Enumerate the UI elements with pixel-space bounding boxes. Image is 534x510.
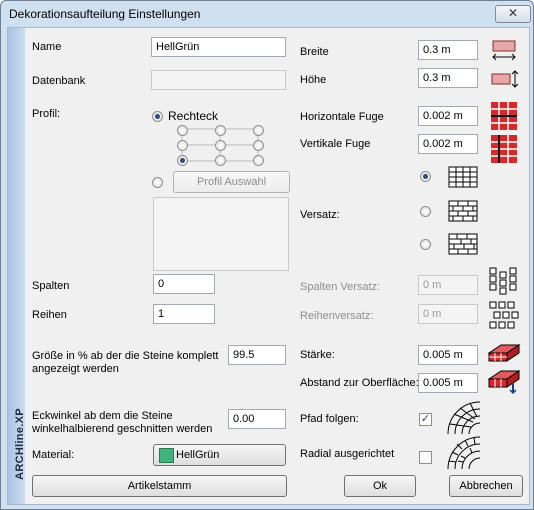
pfad-folgen-label: Pfad folgen: bbox=[300, 413, 359, 425]
anchor-bottom-left-radio[interactable] bbox=[177, 155, 188, 166]
spalten-versatz-label: Spalten Versatz: bbox=[300, 281, 381, 293]
groesse-label-line1: Größe in % ab der die Steine komplett bbox=[32, 350, 219, 362]
anchor-top-center-radio[interactable] bbox=[215, 125, 226, 136]
horizontale-fuge-label: Horizontale Fuge bbox=[300, 111, 384, 123]
spalten-label: Spalten bbox=[32, 280, 70, 292]
row-offset-icon bbox=[488, 300, 520, 335]
hoehe-label: Höhe bbox=[300, 74, 327, 86]
name-input[interactable]: HellGrün bbox=[151, 37, 286, 57]
staerke-input[interactable]: 0.005 m bbox=[418, 345, 478, 365]
datenbank-label: Datenbank bbox=[32, 75, 86, 87]
horizontal-joint-icon bbox=[490, 101, 518, 134]
dialog-window: Dekorationsaufteilung Einstellungen ✕ AR… bbox=[0, 0, 534, 510]
brand-sidebar: ARCHline.XP bbox=[8, 28, 26, 504]
radial-checkbox[interactable] bbox=[419, 451, 432, 464]
anchor-bottom-right-radio[interactable] bbox=[253, 155, 264, 166]
material-value: HellGrün bbox=[176, 449, 220, 461]
third-offset-pattern-icon bbox=[448, 233, 478, 258]
reihen-label: Reihen bbox=[32, 309, 67, 321]
profil-auswahl-button[interactable]: Profil Auswahl bbox=[173, 171, 290, 193]
hoehe-input[interactable]: 0.3 m bbox=[418, 68, 478, 88]
ok-button[interactable]: Ok bbox=[344, 475, 416, 497]
versatz-label: Versatz: bbox=[300, 209, 340, 221]
datenbank-input[interactable] bbox=[151, 70, 286, 90]
dialog-client: ARCHline.XP Name HellGrün Datenbank Prof… bbox=[7, 27, 530, 505]
anchor-middle-center-radio[interactable] bbox=[215, 140, 226, 151]
material-swatch bbox=[159, 448, 174, 463]
anchor-middle-right-radio[interactable] bbox=[253, 140, 264, 151]
grid-pattern-icon bbox=[448, 166, 478, 191]
vertical-joint-icon bbox=[490, 134, 518, 167]
breite-label: Breite bbox=[300, 46, 329, 58]
profil-auswahl-radio[interactable] bbox=[152, 177, 163, 188]
radial-aligned-icon bbox=[446, 435, 482, 474]
spalten-input[interactable]: 0 bbox=[153, 274, 215, 294]
abstand-label: Abstand zur Oberfläche: bbox=[300, 377, 419, 389]
anchor-top-right-radio[interactable] bbox=[253, 125, 264, 136]
abbrechen-button[interactable]: Abbrechen bbox=[449, 475, 523, 497]
horizontale-fuge-input[interactable]: 0.002 m bbox=[418, 106, 478, 126]
vertikale-fuge-label: Vertikale Fuge bbox=[300, 138, 371, 150]
spalten-versatz-input[interactable]: 0 m bbox=[418, 275, 478, 295]
versatz-grid-radio[interactable] bbox=[420, 171, 431, 182]
brand-label: ARCHline.XP bbox=[14, 408, 26, 480]
reihen-input[interactable]: 1 bbox=[153, 304, 215, 324]
surface-distance-icon bbox=[487, 369, 521, 398]
material-button[interactable]: HellGrün bbox=[153, 444, 286, 466]
versatz-half-radio[interactable] bbox=[420, 206, 431, 217]
anchor-top-left-radio[interactable] bbox=[177, 125, 188, 136]
artikelstamm-button[interactable]: Artikelstamm bbox=[32, 475, 287, 497]
profil-preview bbox=[153, 197, 289, 271]
close-icon: ✕ bbox=[507, 6, 519, 20]
half-offset-pattern-icon bbox=[448, 200, 478, 225]
follow-path-icon bbox=[446, 400, 482, 439]
staerke-label: Stärke: bbox=[300, 349, 335, 361]
eckwinkel-input[interactable]: 0.00 bbox=[228, 409, 286, 429]
close-button[interactable]: ✕ bbox=[495, 5, 531, 23]
profil-rechteck-label: Rechteck bbox=[168, 109, 219, 123]
vertikale-fuge-input[interactable]: 0.002 m bbox=[418, 134, 478, 154]
name-label: Name bbox=[32, 41, 62, 53]
reihenversatz-input[interactable]: 0 m bbox=[418, 304, 478, 324]
profil-rechteck-radio[interactable] bbox=[152, 111, 163, 122]
thickness-icon bbox=[487, 341, 521, 368]
groesse-label-line2: angezeigt werden bbox=[32, 363, 119, 375]
anchor-bottom-center-radio[interactable] bbox=[215, 155, 226, 166]
window-title: Dekorationsaufteilung Einstellungen bbox=[9, 7, 201, 21]
profil-label: Profil: bbox=[32, 108, 61, 120]
eckwinkel-label-line1: Eckwinkel ab dem die Steine bbox=[32, 410, 173, 422]
radial-label: Radial ausgerichtet bbox=[300, 448, 395, 460]
anchor-grid bbox=[177, 125, 269, 167]
width-dimension-icon bbox=[490, 38, 518, 65]
height-dimension-icon bbox=[490, 68, 520, 93]
groesse-input[interactable]: 99.5 bbox=[228, 345, 286, 365]
material-label: Material: bbox=[32, 449, 75, 461]
title-bar: Dekorationsaufteilung Einstellungen ✕ bbox=[1, 1, 533, 27]
abstand-input[interactable]: 0.005 m bbox=[418, 373, 478, 393]
eckwinkel-label-line2: winkelhalbierend geschnitten werden bbox=[32, 423, 213, 435]
anchor-middle-left-radio[interactable] bbox=[177, 140, 188, 151]
column-offset-icon bbox=[488, 266, 518, 303]
pfad-folgen-checkbox[interactable]: ✓ bbox=[419, 413, 432, 426]
breite-input[interactable]: 0.3 m bbox=[418, 40, 478, 60]
versatz-third-radio[interactable] bbox=[420, 239, 431, 250]
reihenversatz-label: Reihenversatz: bbox=[300, 310, 374, 322]
